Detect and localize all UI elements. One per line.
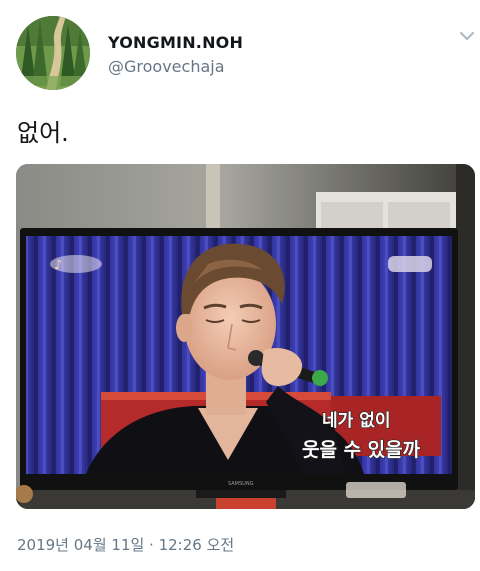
- tweet-text: 없어.: [17, 119, 69, 147]
- chevron-down-icon[interactable]: [458, 28, 476, 42]
- author-display-name[interactable]: YONGMIN.NOH: [108, 33, 243, 52]
- author-handle[interactable]: @Groovechaja: [108, 57, 225, 76]
- subtitle-line-1: 네가 없이: [322, 411, 390, 431]
- tv-brand-label: SAMSUNG: [228, 481, 254, 487]
- tweet-timestamp[interactable]: 2019년 04월 11일 · 12:26 오전: [17, 534, 234, 555]
- forest-avatar-icon: [16, 16, 90, 90]
- tweet-photo[interactable]: ♪: [16, 164, 475, 509]
- subtitle-line-2: 웃을 수 있을까: [302, 439, 421, 461]
- author-avatar[interactable]: [16, 16, 90, 90]
- tweet-card: YONGMIN.NOH @Groovechaja 없어. 네가 없이 웃을 수 …: [0, 0, 480, 571]
